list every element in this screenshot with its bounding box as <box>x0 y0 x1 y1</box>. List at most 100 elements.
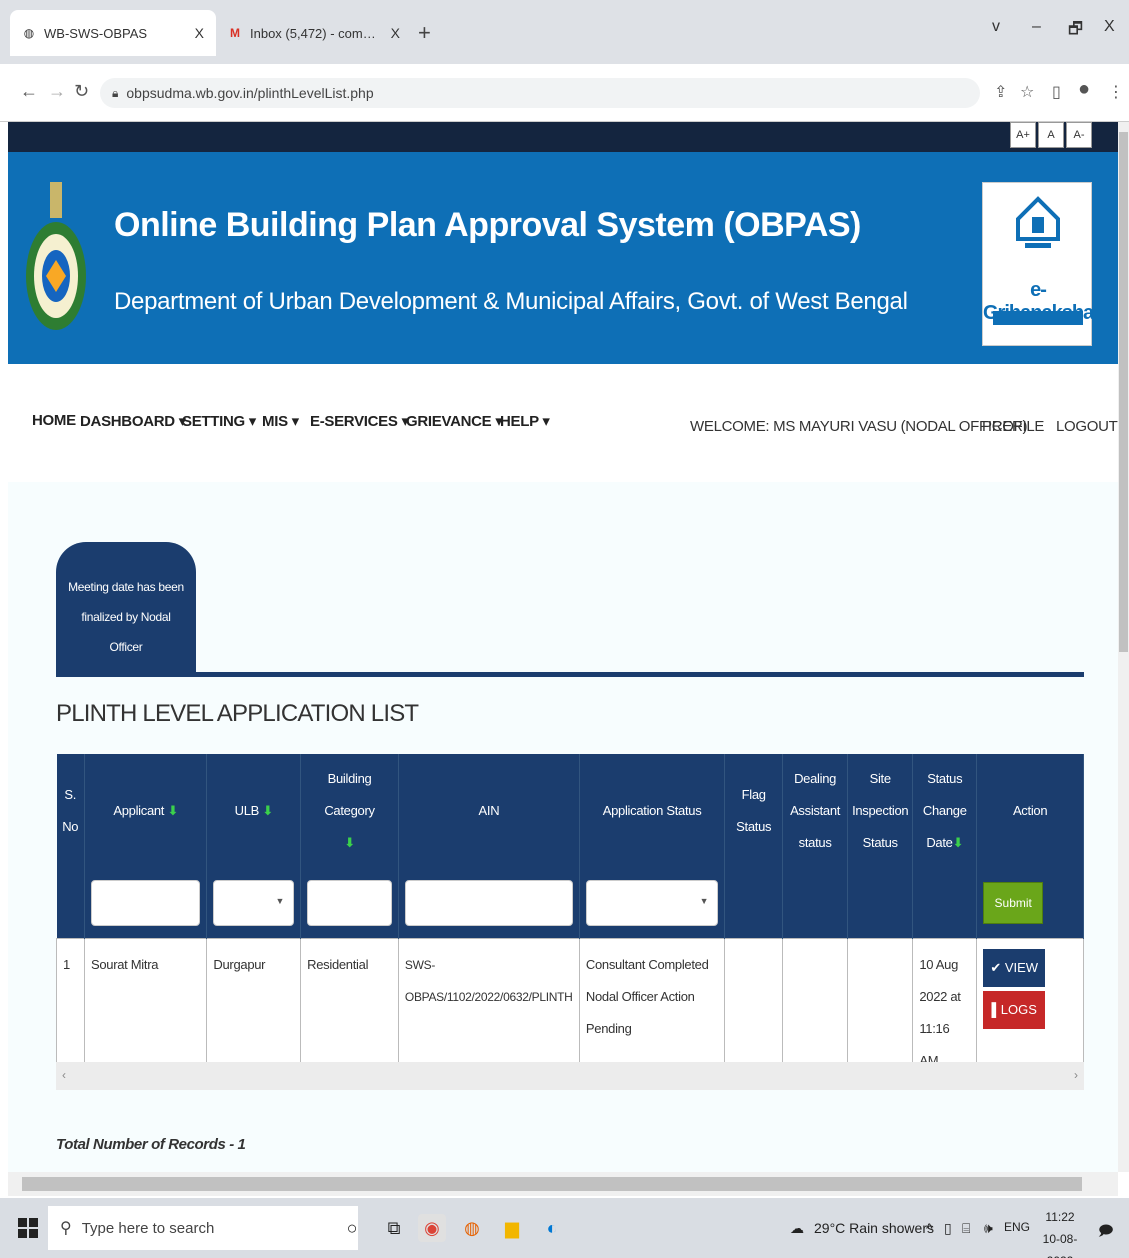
table-horizontal-scrollbar[interactable]: ‹ › <box>56 1062 1084 1090</box>
back-icon[interactable]: ← <box>20 81 38 102</box>
header-ulb-label: ULB <box>234 803 260 818</box>
filter-cell: ▼ <box>206 868 302 938</box>
bookmark-star-icon[interactable]: ☆ <box>1020 82 1034 102</box>
lock-icon: 🔒︎ <box>112 85 119 100</box>
share-icon[interactable]: ⇪ <box>994 82 1007 102</box>
volume-icon[interactable]: 🕪︎ <box>984 1220 993 1237</box>
edge-icon[interactable]: ◐ <box>538 1214 566 1242</box>
filter-cell <box>84 868 208 938</box>
windows-taskbar: ⚲ Type here to search ○ ⧉ ◉ ◍ ▆ ◐ ☁ 29°C… <box>0 1198 1129 1258</box>
total-records: Total Number of Records - 1 <box>56 1136 246 1153</box>
firefox-icon[interactable]: ◍ <box>458 1214 486 1242</box>
page-title: PLINTH LEVEL APPLICATION LIST <box>56 700 419 727</box>
filter-cell-empty <box>847 868 914 938</box>
scroll-left-icon[interactable]: ‹ <box>62 1068 66 1082</box>
filter-cell <box>398 868 580 938</box>
filter-cell: Submit <box>976 868 1084 938</box>
url-field[interactable]: 🔒︎ obpsudma.wb.gov.in/plinthLevelList.ph… <box>100 78 980 108</box>
logout-link[interactable]: LOGOUT <box>1056 418 1118 435</box>
page-horizontal-scrollbar[interactable] <box>8 1172 1118 1196</box>
header-dealing-assistant-label: Dealing Assistant status <box>790 771 841 850</box>
main-content: Meeting date has been finalized by Nodal… <box>8 482 1118 1172</box>
view-button[interactable]: ✔ VIEW <box>983 948 1046 987</box>
clock[interactable]: 11:22 10-08-2022 <box>1030 1206 1090 1258</box>
tray-chevron-icon[interactable]: ^ <box>926 1220 933 1236</box>
forward-icon[interactable]: → <box>48 81 66 102</box>
nav-home[interactable]: HOME <box>32 412 76 429</box>
browser-tab-obpas[interactable]: ◍ WB-SWS-OBPAS X <box>10 10 216 56</box>
applicant-filter-input[interactable] <box>90 879 201 926</box>
font-decrease-button[interactable]: A- <box>1066 122 1092 148</box>
site-title: Online Building Plan Approval System (OB… <box>114 206 861 244</box>
new-tab-button[interactable]: + <box>418 20 431 46</box>
tab-close-icon[interactable]: X <box>391 25 400 41</box>
minimize-button[interactable]: – <box>1032 18 1041 36</box>
application-status-filter-select[interactable] <box>585 879 719 926</box>
nav-grievance[interactable]: GRIEVANCE ▾ <box>406 412 503 430</box>
scrollbar-thumb[interactable] <box>22 1177 1082 1191</box>
scrollbar-thumb[interactable] <box>1119 132 1128 652</box>
reload-icon[interactable]: ↻ <box>74 81 89 102</box>
profile-link[interactable]: PROFILE <box>982 418 1044 435</box>
nav-help[interactable]: HELP ▾ <box>500 412 550 430</box>
filter-row: ▼ ▼ Submit <box>56 868 1084 938</box>
profile-avatar-icon[interactable]: ● <box>1078 78 1090 101</box>
header-ulb[interactable]: ULB ⬇ <box>206 754 302 868</box>
nav-mis[interactable]: MIS ▾ <box>262 412 299 430</box>
status-filter-tab[interactable]: Meeting date has been finalized by Nodal… <box>56 542 196 672</box>
font-normal-button[interactable]: A <box>1038 122 1064 148</box>
submit-filter-button[interactable]: Submit <box>983 881 1044 924</box>
header-application-status-label: Application Status <box>602 803 702 818</box>
task-view-icon[interactable]: ⧉ <box>380 1214 408 1242</box>
tab-title: Inbox (5,472) - commissionerdm <box>250 25 385 41</box>
clock-date: 10-08-2022 <box>1042 1232 1078 1258</box>
file-explorer-icon[interactable]: ▆ <box>498 1214 526 1242</box>
taskbar-search[interactable]: ⚲ Type here to search <box>48 1206 358 1250</box>
header-ain-label: AIN <box>478 803 500 818</box>
tab-search-icon[interactable]: v <box>992 18 1000 36</box>
site-banner: Online Building Plan Approval System (OB… <box>8 152 1118 364</box>
nav-setting[interactable]: SETTING ▾ <box>182 412 256 430</box>
scroll-right-icon[interactable]: › <box>1074 1068 1078 1082</box>
globe-icon: ◍ <box>23 26 35 40</box>
e-grihanaksha-logo: e-Grihanaksha <box>982 182 1094 346</box>
sort-arrow-icon[interactable]: ⬇ <box>953 835 964 850</box>
menu-dots-icon[interactable]: ⋮ <box>1108 82 1124 102</box>
filter-cell-empty <box>724 868 784 938</box>
building-category-filter-input[interactable] <box>307 879 392 926</box>
browser-tab-inbox[interactable]: M Inbox (5,472) - commissionerdm X <box>216 10 412 56</box>
welcome-text: WELCOME: MS MAYURI VASU (NODAL OFFICER) <box>690 418 1028 435</box>
windows-start-icon[interactable] <box>18 1218 38 1238</box>
logs-button[interactable]: ▌LOGS <box>983 990 1046 1029</box>
header-flag-status-label: Flag Status <box>736 787 772 834</box>
language-indicator[interactable]: ENG <box>1004 1220 1030 1234</box>
taskbar-search-placeholder: Type here to search <box>81 1219 215 1237</box>
filter-cell-empty <box>782 868 849 938</box>
sort-arrow-icon[interactable]: ⬇ <box>344 835 355 850</box>
font-increase-button[interactable]: A+ <box>1010 122 1036 148</box>
battery-icon: ▯ <box>944 1220 952 1236</box>
page-vertical-scrollbar[interactable] <box>1118 122 1129 1172</box>
notification-icon[interactable]: 🗩︎ <box>1098 1220 1114 1244</box>
cortana-icon[interactable]: ○ <box>338 1214 366 1242</box>
sort-arrow-icon[interactable]: ⬇ <box>262 803 273 818</box>
header-building-category[interactable]: Building Category ⬇ <box>300 754 399 868</box>
restore-button[interactable]: 🗗 <box>1068 18 1083 45</box>
header-applicant[interactable]: Applicant ⬇ <box>84 754 208 868</box>
sort-arrow-icon[interactable]: ⬇ <box>167 803 178 818</box>
west-bengal-emblem-icon <box>26 182 86 330</box>
weather-text[interactable]: 29°C Rain showers <box>814 1220 934 1236</box>
close-window-button[interactable]: X <box>1104 18 1115 36</box>
network-icon[interactable]: ⌸ <box>962 1220 970 1237</box>
sidepanel-icon[interactable]: ▯ <box>1052 82 1061 102</box>
ain-filter-input[interactable] <box>404 879 573 926</box>
header-sno: S. No <box>56 754 85 868</box>
nav-e-services[interactable]: E-SERVICES ▾ <box>310 412 409 430</box>
search-icon: ⚲ <box>60 1220 72 1237</box>
tab-close-icon[interactable]: X <box>195 25 204 41</box>
chrome-icon[interactable]: ◉ <box>418 1214 446 1242</box>
page-viewport: A+ A A- Online Building Plan Approval Sy… <box>8 122 1118 1172</box>
weather-icon[interactable]: ☁ <box>790 1220 804 1237</box>
nav-dashboard[interactable]: DASHBOARD ▾ <box>80 412 186 430</box>
header-status-change-date[interactable]: Status Change Date⬇ <box>912 754 978 868</box>
